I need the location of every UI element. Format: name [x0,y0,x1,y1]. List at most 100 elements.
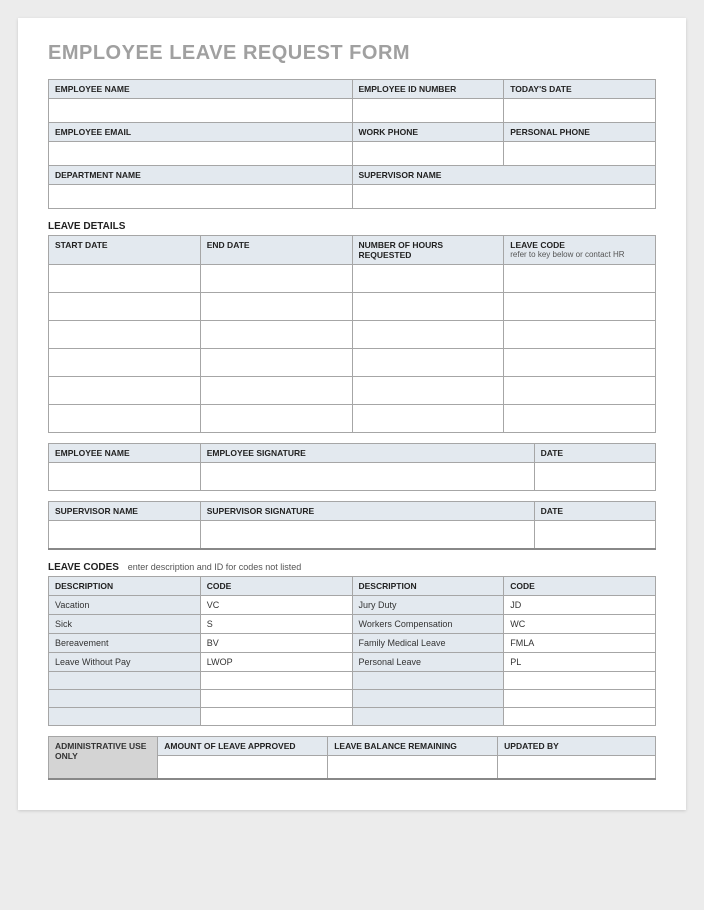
code-code-blank[interactable] [200,671,352,689]
code-code: S [200,614,352,633]
leave-codes-section-label: LEAVE CODES enter description and ID for… [48,562,656,573]
code-code-blank[interactable] [504,671,656,689]
leave-row-cell[interactable] [49,321,201,349]
leave-row-cell[interactable] [49,405,201,433]
code-desc: Personal Leave [352,652,504,671]
code-desc: Leave Without Pay [49,652,201,671]
personal-phone-input[interactable] [504,142,656,166]
work-phone-input[interactable] [352,142,504,166]
leave-row-cell[interactable] [49,377,201,405]
admin-approved-input[interactable] [158,755,328,779]
employee-email-header: EMPLOYEE EMAIL [49,123,353,142]
code-code: BV [200,633,352,652]
code-code: WC [504,614,656,633]
emp-sig-name-input[interactable] [49,463,201,491]
code-code-blank[interactable] [504,689,656,707]
leave-details-section-label: LEAVE DETAILS [48,221,656,232]
employee-name-header: EMPLOYEE NAME [49,80,353,99]
leave-row-cell[interactable] [352,293,504,321]
leave-row-cell[interactable] [49,293,201,321]
admin-approved-header: AMOUNT OF LEAVE APPROVED [158,736,328,755]
form-page: EMPLOYEE LEAVE REQUEST FORM EMPLOYEE NAM… [18,18,686,810]
supervisor-signature-table: SUPERVISOR NAME SUPERVISOR SIGNATURE DAT… [48,501,656,550]
leave-row-cell[interactable] [352,405,504,433]
emp-sig-name-header: EMPLOYEE NAME [49,444,201,463]
code-code: LWOP [200,652,352,671]
sup-sig-date-header: DATE [534,502,655,521]
work-phone-header: WORK PHONE [352,123,504,142]
sup-sig-signature-input[interactable] [200,521,534,549]
code-code-header-2: CODE [504,576,656,595]
leave-codes-title: LEAVE CODES [48,562,119,573]
leave-codes-table: DESCRIPTION CODE DESCRIPTION CODE Vacati… [48,576,656,726]
leave-row-cell[interactable] [200,265,352,293]
code-desc: Bereavement [49,633,201,652]
leave-row-cell[interactable] [200,377,352,405]
page-title: EMPLOYEE LEAVE REQUEST FORM [48,42,656,65]
supervisor-name-input[interactable] [352,185,656,209]
code-desc-blank[interactable] [352,689,504,707]
leave-code-sub: refer to key below or contact HR [510,250,649,259]
hours-header: NUMBER OF HOURS REQUESTED [352,236,504,265]
employee-name-input[interactable] [49,99,353,123]
employee-email-input[interactable] [49,142,353,166]
todays-date-input[interactable] [504,99,656,123]
leave-row-cell[interactable] [504,265,656,293]
sup-sig-name-header: SUPERVISOR NAME [49,502,201,521]
leave-row-cell[interactable] [504,349,656,377]
leave-row-cell[interactable] [200,321,352,349]
leave-row-cell[interactable] [49,265,201,293]
supervisor-name-header: SUPERVISOR NAME [352,166,656,185]
leave-code-label: LEAVE CODE [510,240,565,250]
leave-row-cell[interactable] [352,265,504,293]
department-name-input[interactable] [49,185,353,209]
leave-row-cell[interactable] [504,377,656,405]
end-date-header: END DATE [200,236,352,265]
code-desc: Family Medical Leave [352,633,504,652]
leave-row-cell[interactable] [200,349,352,377]
leave-row-cell[interactable] [504,405,656,433]
employee-info-table: EMPLOYEE NAME EMPLOYEE ID NUMBER TODAY'S… [48,79,656,209]
code-desc-blank[interactable] [352,707,504,725]
code-desc: Vacation [49,595,201,614]
leave-details-table: START DATE END DATE NUMBER OF HOURS REQU… [48,235,656,433]
leave-row-cell[interactable] [49,349,201,377]
admin-table: ADMINISTRATIVE USE ONLY AMOUNT OF LEAVE … [48,736,656,781]
code-code: FMLA [504,633,656,652]
department-name-header: DEPARTMENT NAME [49,166,353,185]
leave-codes-hint: enter description and ID for codes not l… [128,562,302,572]
code-code-blank[interactable] [200,689,352,707]
code-desc-blank[interactable] [352,671,504,689]
code-desc-blank[interactable] [49,689,201,707]
sup-sig-name-input[interactable] [49,521,201,549]
leave-row-cell[interactable] [352,349,504,377]
code-code: JD [504,595,656,614]
code-desc: Jury Duty [352,595,504,614]
admin-label: ADMINISTRATIVE USE ONLY [49,736,158,779]
personal-phone-header: PERSONAL PHONE [504,123,656,142]
sup-sig-date-input[interactable] [534,521,655,549]
code-code-blank[interactable] [200,707,352,725]
emp-sig-date-header: DATE [534,444,655,463]
leave-row-cell[interactable] [352,377,504,405]
code-desc: Sick [49,614,201,633]
admin-remaining-input[interactable] [328,755,498,779]
code-desc-blank[interactable] [49,671,201,689]
code-desc-blank[interactable] [49,707,201,725]
code-code-blank[interactable] [504,707,656,725]
code-code-header-1: CODE [200,576,352,595]
leave-row-cell[interactable] [352,321,504,349]
leave-row-cell[interactable] [504,321,656,349]
todays-date-header: TODAY'S DATE [504,80,656,99]
code-desc-header-1: DESCRIPTION [49,576,201,595]
employee-signature-table: EMPLOYEE NAME EMPLOYEE SIGNATURE DATE [48,443,656,491]
emp-sig-signature-input[interactable] [200,463,534,491]
leave-row-cell[interactable] [200,293,352,321]
start-date-header: START DATE [49,236,201,265]
emp-sig-date-input[interactable] [534,463,655,491]
employee-id-header: EMPLOYEE ID NUMBER [352,80,504,99]
admin-updated-by-input[interactable] [498,755,656,779]
employee-id-input[interactable] [352,99,504,123]
leave-row-cell[interactable] [504,293,656,321]
leave-row-cell[interactable] [200,405,352,433]
